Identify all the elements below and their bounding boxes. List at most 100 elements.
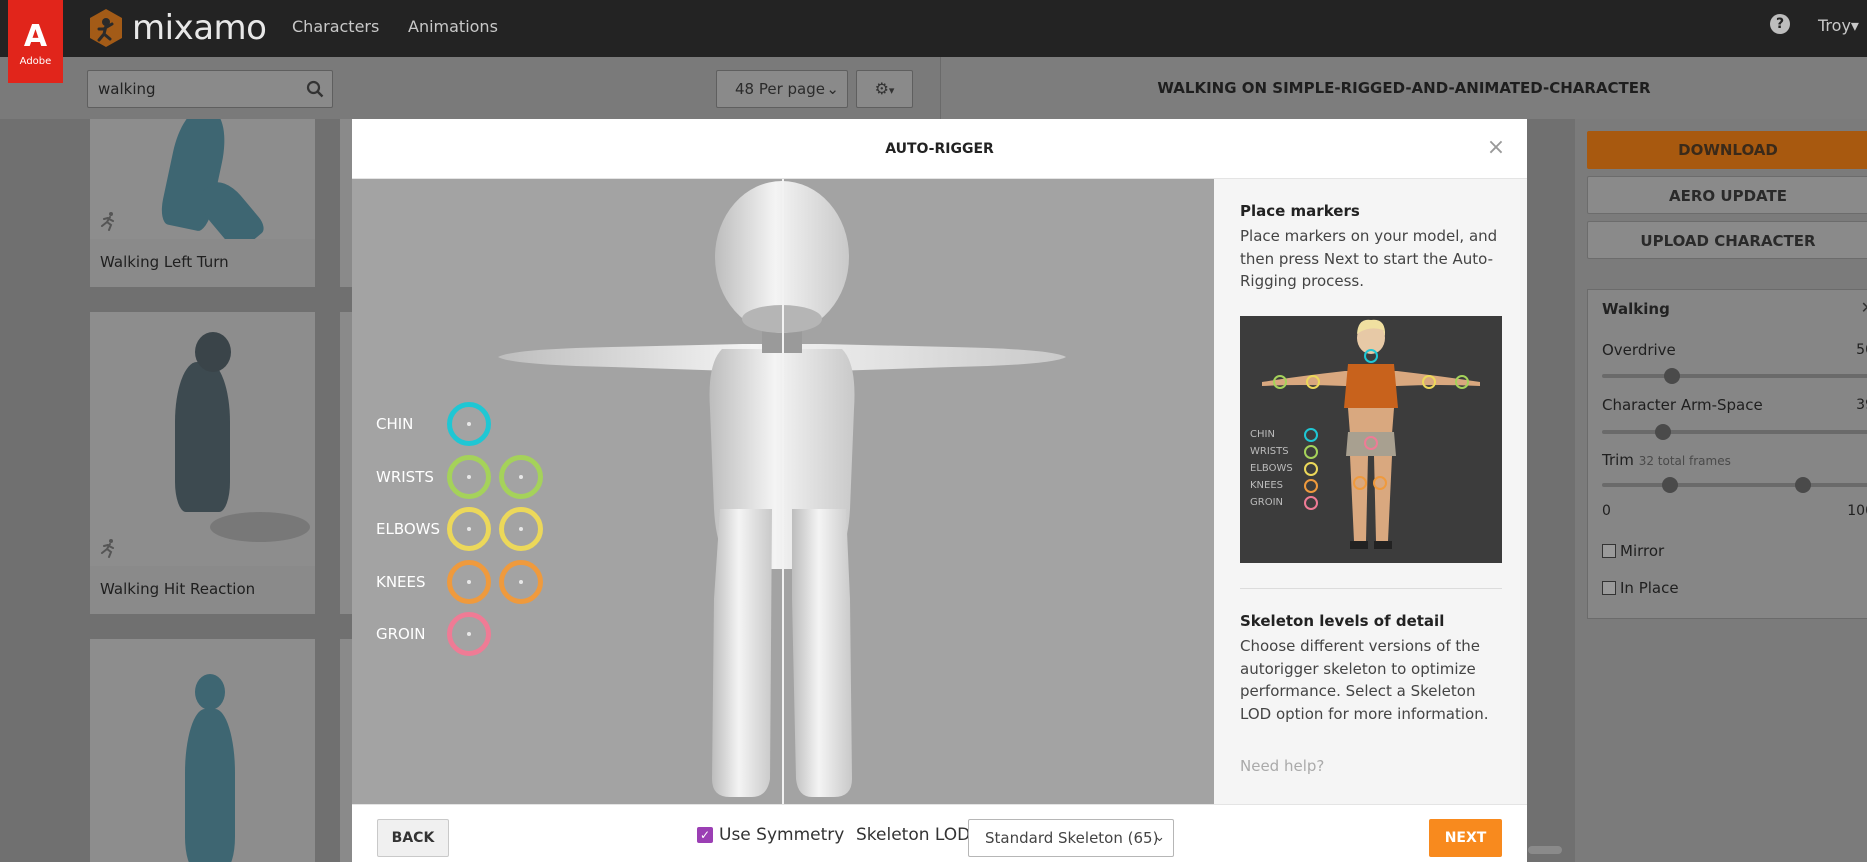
animation-card[interactable] (90, 639, 315, 862)
groin-marker-icon[interactable] (447, 612, 491, 656)
need-help-link[interactable]: Need help? (1240, 757, 1324, 775)
chevron-down-icon: ⌄ (1154, 830, 1165, 845)
marker-label-elbows: ELBOWS (376, 520, 441, 538)
close-icon[interactable]: ✕ (1861, 298, 1867, 317)
instructions-panel: Place markers Place markers on your mode… (1214, 179, 1527, 804)
arm-space-slider[interactable] (1602, 424, 1867, 440)
trim-slider[interactable] (1602, 477, 1867, 493)
animation-caption: Walking Hit Reaction (90, 566, 315, 614)
reference-legend-label: KNEES (1250, 480, 1284, 491)
animation-card[interactable]: Walking Left Turn (90, 119, 315, 287)
skeleton-lod-select[interactable]: Standard Skeleton (65) ⌄ (968, 819, 1174, 857)
aero-update-button[interactable]: AERO UPDATE (1587, 176, 1867, 214)
symmetry-line (782, 179, 784, 804)
animation-card[interactable]: Walking Hit Reaction (90, 312, 315, 614)
scrollbar[interactable] (1528, 846, 1562, 854)
right-side-panel: DOWNLOAD AERO UPDATE UPLOAD CHARACTER Wa… (1575, 119, 1867, 862)
elbows-marker-icon[interactable] (447, 507, 491, 551)
wrists-marker-icon[interactable] (499, 454, 543, 499)
upload-character-button[interactable]: UPLOAD CHARACTER (1587, 221, 1867, 259)
mirror-checkbox[interactable] (1602, 544, 1616, 558)
gear-icon: ⚙ (874, 79, 889, 98)
skeleton-lod-label: Skeleton LOD (856, 825, 971, 845)
close-icon[interactable]: × (1485, 137, 1507, 159)
search-icon[interactable] (306, 80, 324, 98)
top-navigation: mixamo Characters Animations ? Troy▾ (0, 0, 1867, 57)
animation-name: Walking (1602, 300, 1670, 318)
in-place-option[interactable]: In Place (1602, 579, 1679, 597)
reference-legend-label: GROIN (1250, 497, 1283, 508)
animation-card-partial[interactable] (340, 639, 352, 862)
animation-thumbnail (90, 639, 315, 862)
elbows-marker-icon[interactable] (499, 507, 543, 551)
use-symmetry-option[interactable]: ✓ Use Symmetry (697, 825, 844, 845)
knees-marker-icon[interactable] (447, 559, 491, 604)
trim-end-handle[interactable] (1795, 477, 1811, 493)
help-icon[interactable]: ? (1770, 14, 1790, 34)
marker-reference-image: CHIN WRISTS ELBOWS KNEES GROIN (1240, 316, 1502, 563)
mirror-option[interactable]: Mirror (1602, 542, 1664, 560)
marker-label-chin: CHIN (376, 415, 414, 433)
search-input[interactable] (88, 71, 298, 107)
use-symmetry-label: Use Symmetry (719, 825, 845, 845)
chevron-down-icon: ⌄ (826, 80, 839, 98)
place-markers-text: Place markers on your model, and then pr… (1240, 227, 1498, 290)
adobe-tab[interactable]: A Adobe (8, 0, 63, 83)
reference-legend-ring-icon (1304, 479, 1318, 493)
overdrive-slider[interactable] (1602, 368, 1867, 384)
slider-handle[interactable] (1655, 424, 1672, 440)
trim-min: 0 (1602, 503, 1611, 519)
slider-handle[interactable] (1663, 368, 1680, 384)
model-viewport[interactable]: CHIN WRISTS ELBOWS KNEES GROIN (352, 179, 1214, 804)
per-page-select[interactable]: 48 Per page ⌄ (716, 70, 848, 108)
lod-title: Skeleton levels of detail (1240, 612, 1445, 630)
in-place-checkbox[interactable] (1602, 581, 1616, 595)
dialog-footer: BACK ✓ Use Symmetry Skeleton LOD Standar… (352, 804, 1527, 862)
animation-caption: Walking Left Turn (90, 239, 315, 287)
chin-marker-icon[interactable] (447, 402, 491, 446)
animation-card-partial[interactable] (340, 312, 352, 614)
reference-legend-ring-icon (1304, 445, 1318, 459)
next-button[interactable]: NEXT (1429, 819, 1502, 857)
dialog-title: AUTO-RIGGER (352, 119, 1527, 179)
auto-rigger-dialog: AUTO-RIGGER × CHIN WRISTS ELBOWS KNEES G… (352, 119, 1527, 862)
overdrive-value: 50 (1856, 342, 1867, 358)
nav-animations[interactable]: Animations (408, 17, 498, 36)
reference-legend-ring-icon (1304, 496, 1318, 510)
search-box[interactable] (87, 70, 333, 108)
marker-label-groin: GROIN (376, 625, 426, 643)
reference-legend-ring-icon (1304, 462, 1318, 476)
skeleton-lod-value: Standard Skeleton (65) (985, 829, 1159, 847)
running-icon (101, 212, 114, 231)
per-page-value: 48 Per page (735, 80, 825, 98)
trim-label: Trim 32 total frames (1602, 451, 1731, 469)
logo-text: mixamo (132, 8, 267, 48)
divider (1240, 588, 1502, 589)
caret-down-icon: ▾ (888, 84, 895, 97)
animation-card-partial[interactable] (340, 119, 352, 287)
trim-title: Trim (1602, 451, 1634, 469)
use-symmetry-checkbox[interactable]: ✓ (697, 827, 713, 843)
back-button[interactable]: BACK (377, 819, 449, 857)
marker-label-knees: KNEES (376, 572, 426, 591)
trim-start-handle[interactable] (1662, 477, 1678, 493)
place-markers-title: Place markers (1240, 202, 1360, 220)
reference-legend-label: WRISTS (1250, 446, 1289, 457)
user-menu[interactable]: Troy▾ (1818, 16, 1859, 35)
caret-down-icon: ▾ (1850, 16, 1859, 35)
settings-button[interactable]: ⚙▾ (856, 70, 913, 108)
reference-legend-label: ELBOWS (1250, 463, 1293, 474)
knees-marker-icon[interactable] (499, 559, 543, 604)
wrists-marker-icon[interactable] (447, 454, 491, 499)
lod-text: Choose different versions of the autorig… (1240, 637, 1489, 723)
mixamo-logo[interactable]: mixamo (88, 6, 267, 50)
nav-characters[interactable]: Characters (292, 17, 379, 36)
animation-thumbnail (90, 119, 315, 239)
mirror-label: Mirror (1620, 542, 1665, 560)
download-button[interactable]: DOWNLOAD (1587, 131, 1867, 169)
running-icon (101, 539, 114, 558)
overdrive-label: Overdrive (1602, 341, 1676, 359)
animation-thumbnail (90, 312, 315, 566)
dialog-title-text: AUTO-RIGGER (885, 141, 994, 157)
arm-space-value: 39 (1856, 397, 1867, 413)
